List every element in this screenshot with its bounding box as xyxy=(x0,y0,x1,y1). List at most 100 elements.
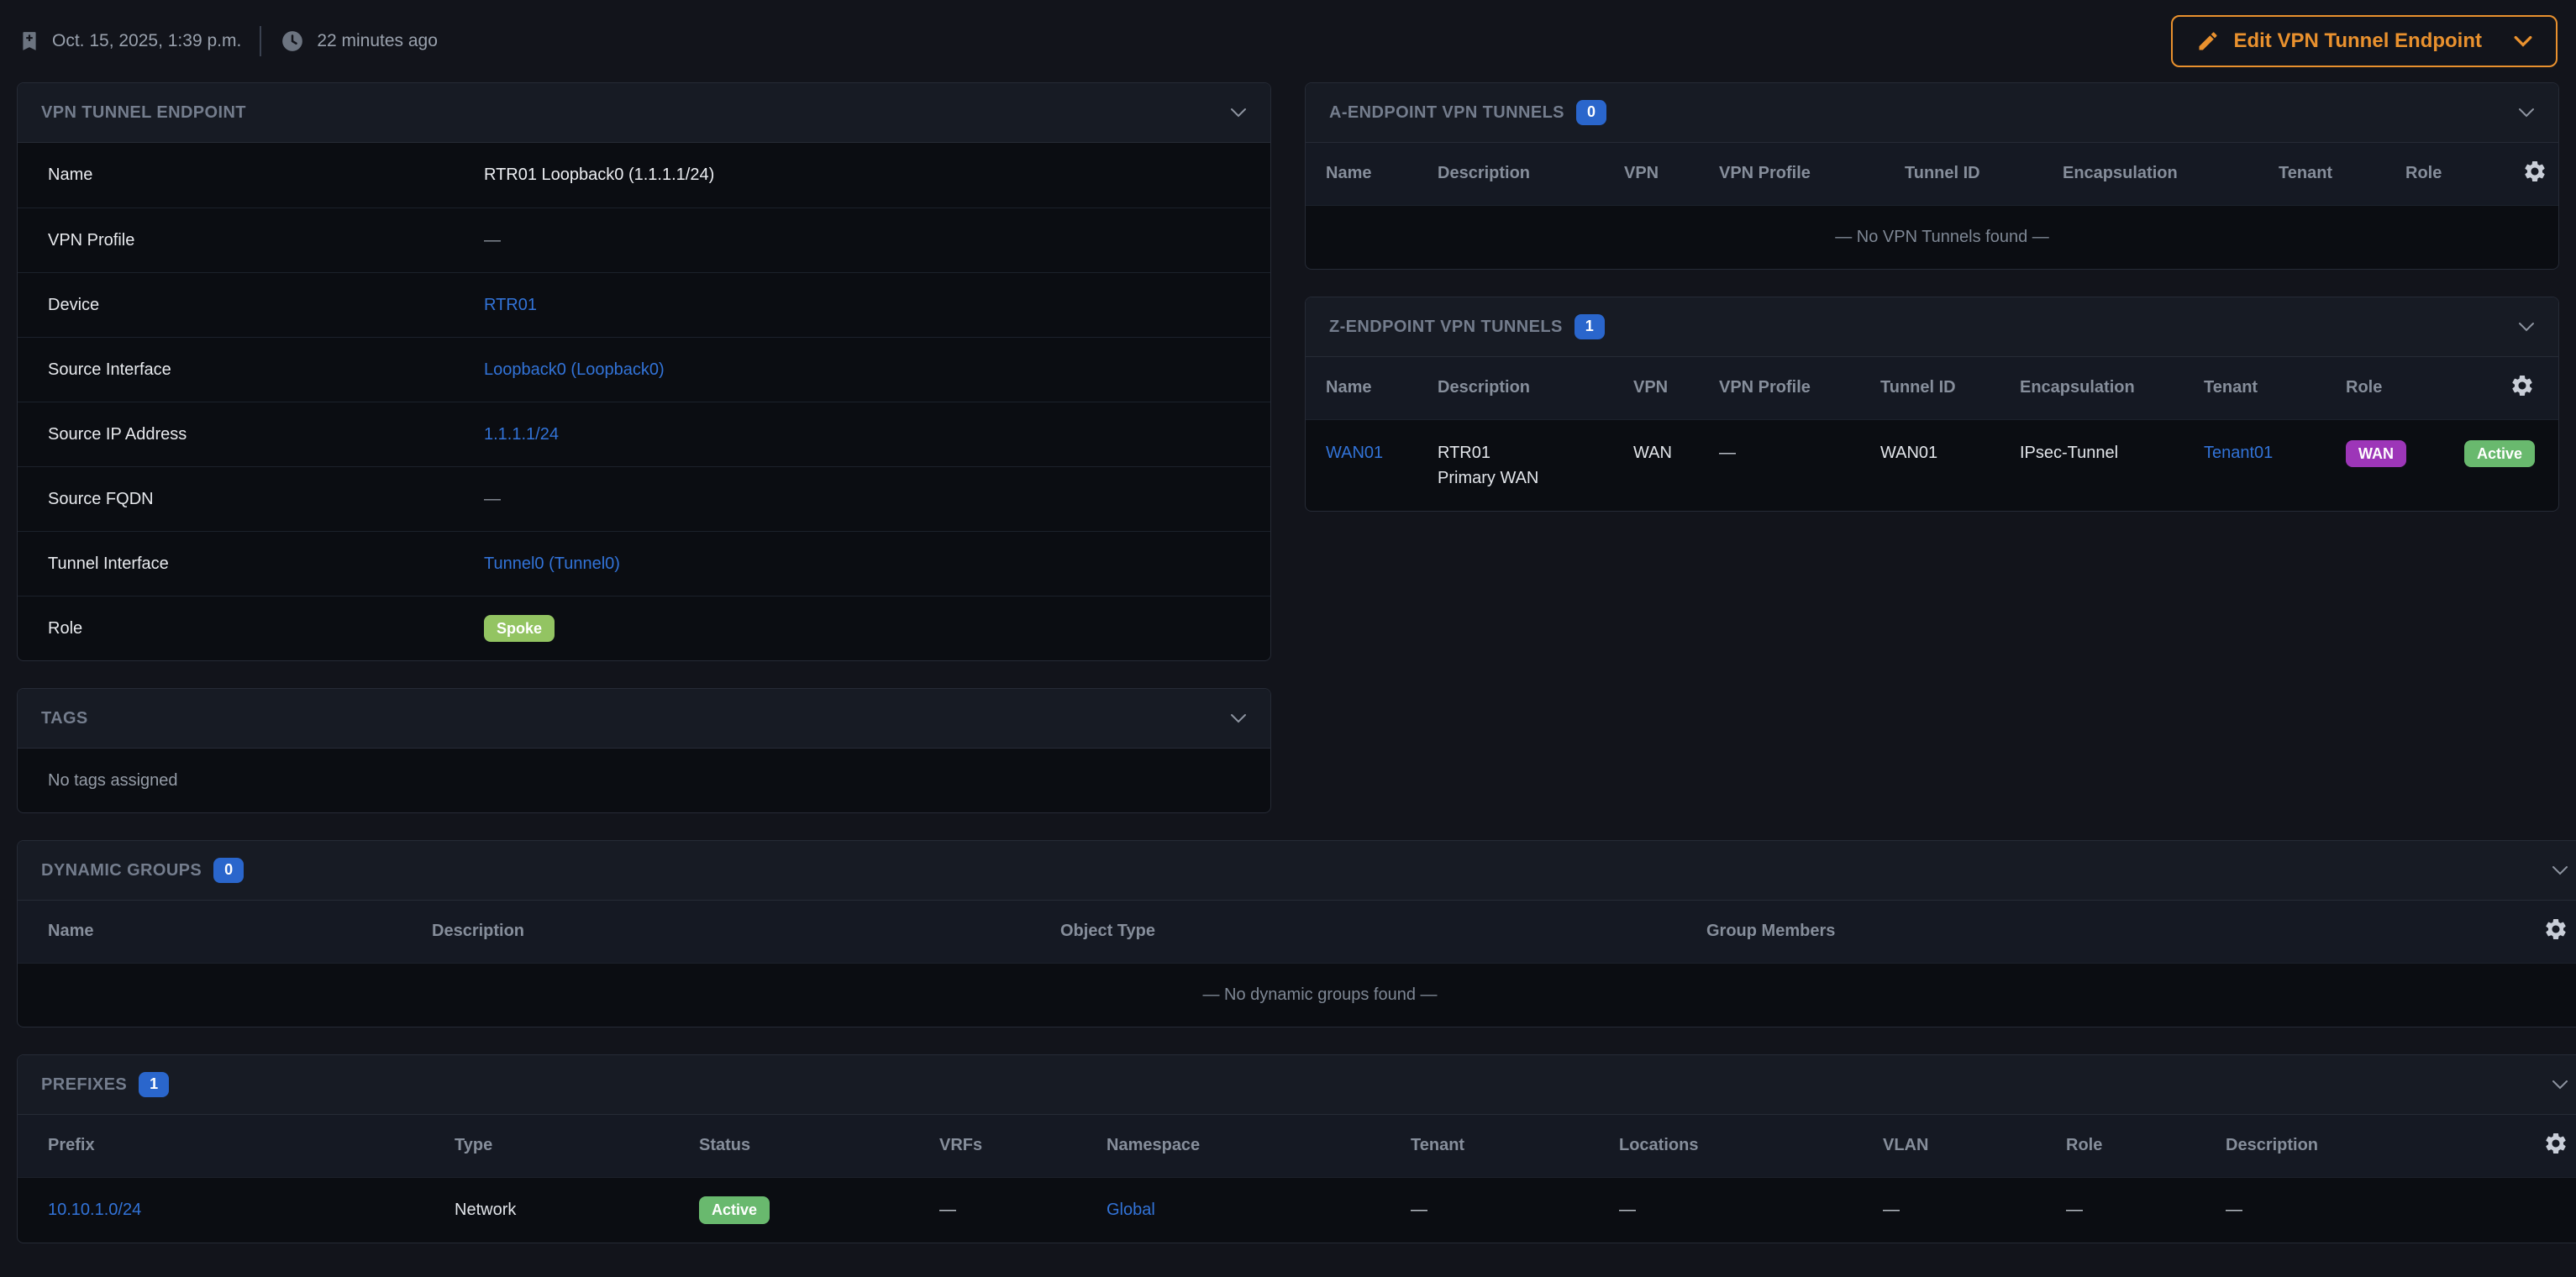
vpn-tunnel-endpoint-panel: VPN TUNNEL ENDPOINT Name RTR01 Loopback0… xyxy=(17,82,1271,661)
gear-icon[interactable] xyxy=(2522,159,2547,184)
prefix-status-badge[interactable]: Active xyxy=(699,1196,770,1224)
tunnel-interface-link[interactable]: Tunnel0 (Tunnel0) xyxy=(484,554,620,574)
column-header-description[interactable]: Description xyxy=(432,901,1060,963)
namespace-link[interactable]: Global xyxy=(1107,1201,1155,1219)
dynamic-groups-panel: DYNAMIC GROUPS 0 Name Description Object… xyxy=(17,840,2576,1027)
tags-panel: TAGS No tags assigned xyxy=(17,688,1271,813)
column-header-prefix[interactable]: Prefix xyxy=(18,1115,455,1177)
tunnel-description: RTR01 Primary WAN xyxy=(1438,419,1633,511)
count-badge: 0 xyxy=(1576,100,1606,124)
tunnel-vpn: WAN xyxy=(1633,419,1719,511)
z-endpoint-vpn-tunnels-panel: Z-ENDPOINT VPN TUNNELS 1 Name Descriptio… xyxy=(1305,297,2559,512)
column-header-description[interactable]: Description xyxy=(1438,143,1624,205)
column-header-tunnel-id[interactable]: Tunnel ID xyxy=(1905,143,2063,205)
panel-title: DYNAMIC GROUPS xyxy=(41,861,202,880)
field-label: Role xyxy=(48,619,484,638)
panel-header: TAGS xyxy=(18,689,1270,749)
column-header-description[interactable]: Description xyxy=(2226,1115,2483,1177)
tunnel-id: WAN01 xyxy=(1880,419,2020,511)
tunnel-name-link[interactable]: WAN01 xyxy=(1326,444,1383,462)
column-header-tenant[interactable]: Tenant xyxy=(2204,357,2346,419)
source-ip-link[interactable]: 1.1.1.1/24 xyxy=(484,425,559,444)
column-header-tenant[interactable]: Tenant xyxy=(1411,1115,1619,1177)
column-header-encapsulation[interactable]: Encapsulation xyxy=(2063,143,2279,205)
column-header-encapsulation[interactable]: Encapsulation xyxy=(2020,357,2204,419)
field-value: — xyxy=(484,231,501,250)
gear-icon[interactable] xyxy=(2510,373,2535,398)
column-header-group-members[interactable]: Group Members xyxy=(1706,901,2483,963)
topbar: Oct. 15, 2025, 1:39 p.m. 22 minutes ago … xyxy=(0,0,2576,82)
column-header-tunnel-id[interactable]: Tunnel ID xyxy=(1880,357,2020,419)
column-header-name[interactable]: Name xyxy=(1306,143,1438,205)
left-column: VPN TUNNEL ENDPOINT Name RTR01 Loopback0… xyxy=(17,82,1271,813)
gear-icon[interactable] xyxy=(2543,917,2568,942)
collapse-chevron-icon[interactable] xyxy=(2552,1080,2568,1090)
collapse-chevron-icon[interactable] xyxy=(2518,108,2535,118)
count-badge: 1 xyxy=(1575,314,1605,339)
prefix-type: Network xyxy=(455,1177,699,1243)
field-label: Source IP Address xyxy=(48,425,484,444)
source-interface-link[interactable]: Loopback0 (Loopback0) xyxy=(484,360,665,380)
column-header-vpn[interactable]: VPN xyxy=(1624,143,1719,205)
page: Oct. 15, 2025, 1:39 p.m. 22 minutes ago … xyxy=(0,0,2576,1277)
column-header-locations[interactable]: Locations xyxy=(1619,1115,1883,1177)
column-header-namespace[interactable]: Namespace xyxy=(1107,1115,1411,1177)
empty-state-text: — No VPN Tunnels found — xyxy=(1306,205,2558,269)
prefix-link[interactable]: 10.10.1.0/24 xyxy=(48,1201,141,1219)
divider xyxy=(260,26,261,56)
panel-title: Z-ENDPOINT VPN TUNNELS xyxy=(1329,318,1563,337)
column-header-object-type[interactable]: Object Type xyxy=(1060,901,1706,963)
panel-header: PREFIXES 1 xyxy=(18,1055,2576,1115)
column-header-role[interactable]: Role xyxy=(2066,1115,2226,1177)
vpn-tunnel-row: WAN01 RTR01 Primary WAN WAN — WAN01 IPse… xyxy=(1306,419,2558,511)
tunnel-status-badge[interactable]: Active xyxy=(2464,440,2535,468)
column-header-tenant[interactable]: Tenant xyxy=(2279,143,2405,205)
column-header-vrfs[interactable]: VRFs xyxy=(939,1115,1107,1177)
bookmark-plus-icon[interactable] xyxy=(18,29,40,54)
field-label: VPN Profile xyxy=(48,231,484,250)
prefix-row: 10.10.1.0/24 Network Active — Global — —… xyxy=(18,1177,2576,1243)
column-header-role[interactable]: Role xyxy=(2405,143,2522,205)
table-header-row: Name Description Object Type Group Membe… xyxy=(18,901,2576,963)
table-header-row: Prefix Type Status VRFs Namespace Tenant… xyxy=(18,1115,2576,1177)
role-badge[interactable]: Spoke xyxy=(484,615,555,643)
clock-icon xyxy=(280,29,305,54)
column-header-vpn-profile[interactable]: VPN Profile xyxy=(1719,143,1905,205)
column-header-description[interactable]: Description xyxy=(1438,357,1633,419)
prefix-tenant: — xyxy=(1411,1177,1619,1243)
column-header-name[interactable]: Name xyxy=(1306,357,1438,419)
detail-row-source-interface: Source Interface Loopback0 (Loopback0) xyxy=(18,337,1270,402)
device-link[interactable]: RTR01 xyxy=(484,296,537,315)
tunnel-vpn-profile: — xyxy=(1719,419,1880,511)
count-badge: 1 xyxy=(139,1072,169,1096)
collapse-chevron-icon[interactable] xyxy=(1230,713,1247,723)
object-meta: Oct. 15, 2025, 1:39 p.m. 22 minutes ago xyxy=(18,26,438,56)
column-header-name[interactable]: Name xyxy=(18,901,432,963)
column-header-status[interactable]: Status xyxy=(699,1115,939,1177)
tunnel-role-badge[interactable]: WAN xyxy=(2346,440,2406,468)
a-endpoint-tunnels-table: Name Description VPN VPN Profile Tunnel … xyxy=(1306,143,2558,269)
dynamic-groups-table: Name Description Object Type Group Membe… xyxy=(18,901,2576,1027)
table-config-header xyxy=(2483,901,2576,963)
column-header-vpn[interactable]: VPN xyxy=(1633,357,1719,419)
edit-vpn-tunnel-endpoint-button[interactable]: Edit VPN Tunnel Endpoint xyxy=(2171,15,2558,67)
prefix-locations: — xyxy=(1619,1177,1883,1243)
column-header-role[interactable]: Role xyxy=(2346,357,2458,419)
collapse-chevron-icon[interactable] xyxy=(2552,865,2568,875)
table-header-row: Name Description VPN VPN Profile Tunnel … xyxy=(1306,357,2558,419)
field-label: Tunnel Interface xyxy=(48,554,484,574)
gear-icon[interactable] xyxy=(2543,1131,2568,1156)
tenant-link[interactable]: Tenant01 xyxy=(2204,444,2273,462)
column-header-vlan[interactable]: VLAN xyxy=(1883,1115,2066,1177)
column-header-type[interactable]: Type xyxy=(455,1115,699,1177)
field-label: Name xyxy=(48,166,484,185)
collapse-chevron-icon[interactable] xyxy=(2518,322,2535,332)
field-label: Device xyxy=(48,296,484,315)
table-header-row: Name Description VPN VPN Profile Tunnel … xyxy=(1306,143,2558,205)
column-header-vpn-profile[interactable]: VPN Profile xyxy=(1719,357,1880,419)
collapse-chevron-icon[interactable] xyxy=(1230,108,1247,118)
z-endpoint-tunnels-table: Name Description VPN VPN Profile Tunnel … xyxy=(1306,357,2558,511)
prefixes-table: Prefix Type Status VRFs Namespace Tenant… xyxy=(18,1115,2576,1243)
empty-row: — No VPN Tunnels found — xyxy=(1306,205,2558,269)
right-column: A-ENDPOINT VPN TUNNELS 0 Name Descriptio… xyxy=(1305,82,2559,512)
